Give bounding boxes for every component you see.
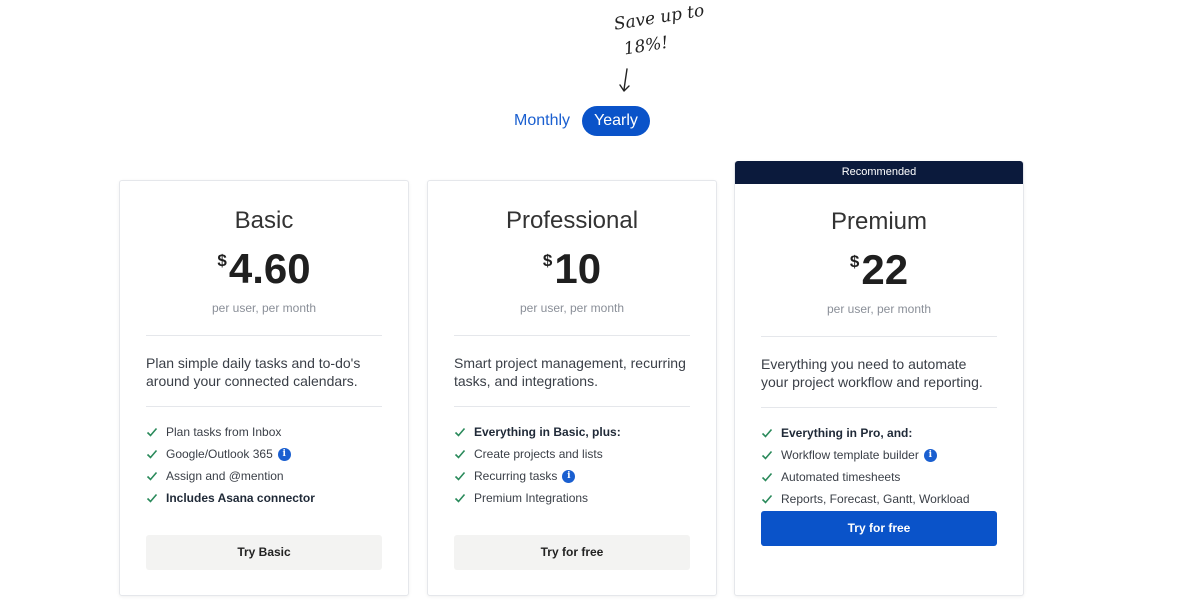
- check-icon: [454, 449, 466, 459]
- check-icon: [146, 449, 158, 459]
- plan-price: $ 22: [761, 246, 997, 298]
- billing-toggle: Monthly Yearly: [506, 106, 650, 136]
- check-icon: [146, 427, 158, 437]
- divider: [761, 336, 997, 337]
- price-amount: 22: [861, 246, 909, 293]
- feature-text: Everything in Basic, plus:: [474, 425, 621, 439]
- feature-text: Recurring tasks: [474, 469, 558, 483]
- feature-text: Premium Integrations: [474, 491, 589, 505]
- feature-item: Recurring tasks i: [454, 465, 690, 487]
- check-icon: [146, 493, 158, 503]
- price-amount: 4.60: [228, 245, 311, 292]
- plan-card-professional: Professional $ 10 per user, per month Sm…: [427, 180, 717, 596]
- plan-card-premium: Recommended Premium $ 22 per user, per m…: [734, 161, 1024, 596]
- feature-item: Reports, Forecast, Gantt, Workload: [761, 488, 997, 510]
- toggle-monthly[interactable]: Monthly: [506, 106, 578, 136]
- currency-symbol: $: [217, 251, 227, 270]
- plan-name: Basic: [234, 207, 294, 234]
- check-icon: [454, 493, 466, 503]
- divider: [146, 335, 382, 336]
- feature-item: Everything in Basic, plus:: [454, 421, 690, 443]
- check-icon: [761, 494, 773, 504]
- save-note: Save up to 18%!: [612, 0, 729, 63]
- try-professional-button[interactable]: Try for free: [454, 535, 690, 570]
- feature-text: Reports, Forecast, Gantt, Workload: [781, 492, 970, 506]
- feature-item: Everything in Pro, and:: [761, 422, 997, 444]
- try-premium-button[interactable]: Try for free: [761, 511, 997, 546]
- feature-item: Plan tasks from Inbox: [146, 421, 382, 443]
- price-amount: 10: [554, 245, 602, 292]
- feature-item: Workflow template builder i: [761, 444, 997, 466]
- plan-price: $ 4.60: [146, 245, 382, 297]
- check-icon: [454, 471, 466, 481]
- info-icon[interactable]: i: [562, 469, 576, 483]
- currency-symbol: $: [542, 251, 553, 270]
- divider: [454, 406, 690, 407]
- recommended-ribbon: Recommended: [735, 161, 1023, 184]
- feature-text: Automated timesheets: [781, 470, 901, 484]
- feature-item: Includes Asana connector: [146, 487, 382, 509]
- feature-item: Premium Integrations: [454, 487, 690, 509]
- plan-name: Professional: [505, 207, 639, 234]
- check-icon: [761, 450, 773, 460]
- feature-text: Includes Asana connector: [166, 491, 315, 505]
- feature-list: Plan tasks from Inbox Google/Outlook 365…: [146, 421, 382, 509]
- feature-text: Assign and @mention: [166, 469, 284, 483]
- feature-list: Everything in Pro, and: Workflow templat…: [761, 422, 997, 510]
- feature-text: Everything in Pro, and:: [781, 426, 913, 440]
- feature-text: Workflow template builder: [781, 448, 919, 462]
- toggle-yearly[interactable]: Yearly: [582, 106, 650, 136]
- pricing-page: Save up to 18%! Monthly Yearly Basic $ 4…: [0, 0, 1200, 604]
- feature-text: Google/Outlook 365: [166, 447, 273, 461]
- arrow-down-icon: [619, 68, 630, 92]
- plan-description: Plan simple daily tasks and to-do's arou…: [146, 355, 361, 389]
- feature-item: Automated timesheets: [761, 466, 997, 488]
- feature-text: Create projects and lists: [474, 447, 603, 461]
- feature-item: Google/Outlook 365 i: [146, 443, 382, 465]
- divider: [146, 406, 382, 407]
- divider: [761, 407, 997, 408]
- check-icon: [146, 471, 158, 481]
- price-period: per user, per month: [519, 301, 625, 315]
- feature-list: Everything in Basic, plus: Create projec…: [454, 421, 690, 509]
- plan-name: Premium: [830, 208, 927, 235]
- price-period: per user, per month: [826, 302, 932, 316]
- feature-item: Create projects and lists: [454, 443, 690, 465]
- plan-description: Smart project management, recurring task…: [454, 355, 686, 389]
- check-icon: [761, 472, 773, 482]
- info-icon[interactable]: i: [277, 447, 291, 461]
- check-icon: [761, 428, 773, 438]
- plan-card-basic: Basic $ 4.60 per user, per month Plan si…: [119, 180, 409, 596]
- feature-item: Assign and @mention: [146, 465, 382, 487]
- plan-description: Everything you need to automate your pro…: [761, 356, 983, 390]
- check-icon: [454, 427, 466, 437]
- divider: [454, 335, 690, 336]
- feature-text: Plan tasks from Inbox: [166, 425, 282, 439]
- plan-price: $ 10: [454, 245, 690, 297]
- info-icon[interactable]: i: [923, 448, 937, 462]
- try-basic-button[interactable]: Try Basic: [146, 535, 382, 570]
- price-period: per user, per month: [211, 301, 317, 315]
- currency-symbol: $: [849, 252, 860, 271]
